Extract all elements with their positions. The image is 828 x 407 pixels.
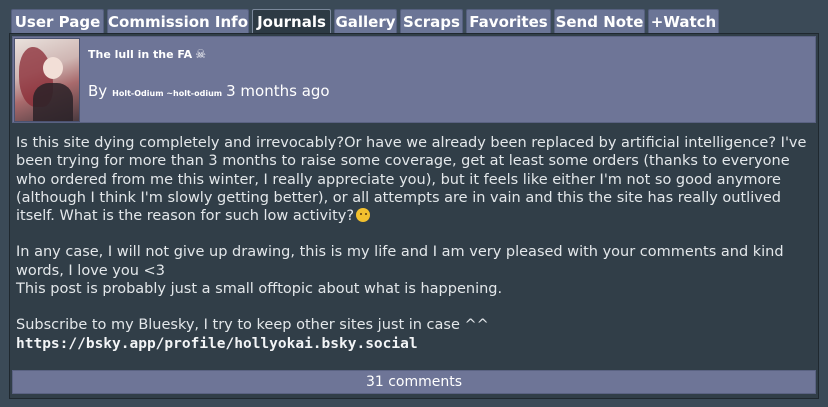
byline: By Holt-Odium ~holt-odium 3 months ago <box>88 82 330 100</box>
tab-gallery[interactable]: Gallery <box>334 9 397 33</box>
tab-user-page[interactable]: User Page <box>11 9 104 33</box>
avatar[interactable] <box>14 38 80 122</box>
paragraph: This post is probably just a small offto… <box>16 281 503 298</box>
by-label: By <box>88 82 108 100</box>
tab-commission-info[interactable]: Commission Info <box>107 9 249 33</box>
tab-watch[interactable]: +Watch <box>648 9 719 33</box>
post-time: 3 months ago <box>226 82 330 100</box>
journal-header: The lull in the FA ☠ By Holt-Odium ~holt-o… <box>12 36 816 123</box>
journal-title: The lull in the FA ☠ <box>88 47 206 61</box>
journal-body: Is this site dying completely and irrevo… <box>16 134 812 353</box>
paragraph: Subscribe to my Bluesky, I try to keep o… <box>16 317 489 334</box>
skull-crossbones-icon: ☠ <box>195 47 206 61</box>
tab-scraps[interactable]: Scraps <box>400 9 463 33</box>
paragraph: Is this site dying completely and irrevo… <box>16 135 807 225</box>
journal-title-text: The lull in the FA <box>88 48 193 61</box>
comments-button[interactable]: 31 comments <box>12 370 816 394</box>
tab-favorites[interactable]: Favorites <box>466 9 551 33</box>
thinking-face-icon <box>356 208 371 223</box>
author-link[interactable]: Holt-Odium ~holt-odium <box>112 89 222 98</box>
paragraph: In any case, I will not give up drawing,… <box>16 244 784 279</box>
tab-send-note[interactable]: Send Note <box>554 9 645 33</box>
tab-journals[interactable]: Journals <box>252 9 331 33</box>
journal-panel: The lull in the FA ☠ By Holt-Odium ~holt-o… <box>9 33 819 399</box>
bluesky-link[interactable]: https://bsky.app/profile/hollyokai.bsky.… <box>16 336 418 352</box>
